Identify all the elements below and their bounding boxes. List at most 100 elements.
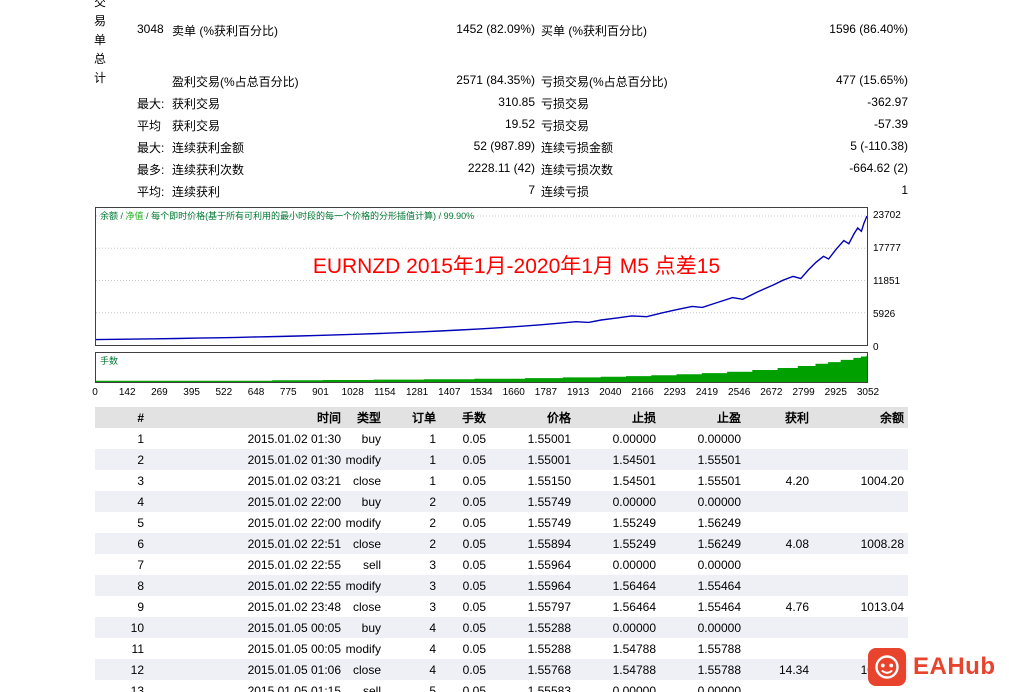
table-cell: close — [352, 662, 381, 677]
column-header: 止盈 — [660, 407, 745, 428]
table-row[interactable]: 12 2015.01.05 01:06 close 4 0.05 1.55768 1.547… — [95, 659, 908, 680]
legend-separator: / — [143, 211, 152, 221]
table-cell: 1.55464 — [697, 578, 741, 593]
stats-prefix: 最大: — [137, 97, 165, 111]
x-axis-tick: 2040 — [599, 387, 622, 398]
table-cell: 0.05 — [462, 494, 486, 509]
table-row[interactable]: 5 2015.01.02 22:00 modify 2 0.05 1.55749 1.552… — [95, 512, 908, 533]
table-cell: 1.55749 — [527, 494, 571, 509]
stats-left-value: 19.52 — [504, 117, 535, 131]
table-cell: close — [352, 536, 381, 551]
table-cell: 8 — [137, 578, 144, 593]
table-cell: buy — [361, 431, 381, 446]
table-row[interactable]: 1 2015.01.02 01:30 buy 1 0.05 1.55001 0.00000 0… — [95, 428, 908, 449]
table-row[interactable]: 3 2015.01.02 03:21 close 1 0.05 1.55150 1.5450… — [95, 470, 908, 491]
stats-left-label: 连续获利次数 — [172, 163, 245, 177]
stats-right-value: -57.39 — [873, 117, 908, 131]
table-cell: 2015.01.05 00:05 — [247, 641, 341, 656]
table-cell: 2015.01.02 22:00 — [247, 515, 341, 530]
table-cell: 2015.01.02 22:00 — [247, 494, 341, 509]
table-cell: 1.54788 — [612, 641, 656, 656]
balance-chart: 余额 / 净值 / 每个即时价格(基于所有可利用的最小时段的每一个价格的分形插值… — [95, 207, 868, 346]
x-axis-tick: 2546 — [728, 387, 751, 398]
x-axis-tick: 1787 — [534, 387, 558, 398]
stats-prefix: 最大: — [137, 141, 165, 155]
table-cell: buy — [361, 620, 381, 635]
stats-right-label: 亏损交易 — [541, 97, 590, 111]
x-axis-tick: 2799 — [792, 387, 815, 398]
table-cell: 0.00000 — [697, 557, 741, 572]
lots-label: 手数 — [100, 356, 119, 366]
table-row[interactable]: 2 2015.01.02 01:30 modify 1 0.05 1.55001 1.545… — [95, 449, 908, 470]
table-cell: 0.05 — [462, 641, 486, 656]
table-row[interactable]: 13 2015.01.05 01:15 sell 5 0.05 1.55583 0.0000… — [95, 680, 908, 692]
stats-left-label: 卖单 (%获利百分比) — [172, 24, 278, 38]
table-cell: 0.05 — [462, 599, 486, 614]
table-cell: 2015.01.02 23:48 — [247, 599, 341, 614]
x-axis-tick: 775 — [279, 387, 297, 398]
table-row[interactable]: 11 2015.01.05 00:05 modify 4 0.05 1.55288 1.54… — [95, 638, 908, 659]
table-cell: 0.05 — [462, 620, 486, 635]
table-cell: 9 — [137, 599, 144, 614]
table-cell: 2015.01.05 00:05 — [247, 620, 341, 635]
table-cell — [745, 680, 813, 692]
table-cell: 1 — [429, 473, 436, 488]
table-cell: 1.55001 — [527, 431, 571, 446]
table-row[interactable]: 7 2015.01.02 22:55 sell 3 0.05 1.55964 0.00000… — [95, 554, 908, 575]
stats-left-label: 连续获利 — [172, 185, 221, 199]
stats-left-label: 连续获利金额 — [172, 141, 245, 155]
table-cell: 2 — [429, 494, 436, 509]
x-axis-tick: 395 — [183, 387, 200, 398]
table-cell: 4 — [429, 662, 436, 677]
chart-legend: 余额 / 净值 / 每个即时价格(基于所有可利用的最小时段的每一个价格的分形插值… — [100, 209, 474, 222]
x-axis-tick: 2166 — [631, 387, 654, 398]
eahub-logo[interactable]: EAHub — [868, 648, 996, 686]
table-cell: 0.00000 — [697, 494, 741, 509]
table-cell: 0.05 — [462, 473, 486, 488]
table-cell: 6 — [137, 536, 144, 551]
table-row[interactable]: 9 2015.01.02 23:48 close 3 0.05 1.55797 1.5646… — [95, 596, 908, 617]
table-cell: 3 — [429, 599, 436, 614]
column-header: 价格 — [490, 407, 575, 428]
y-axis-tick: 5926 — [873, 309, 896, 320]
table-row[interactable]: 10 2015.01.05 00:05 buy 4 0.05 1.55288 0.00000… — [95, 617, 908, 638]
x-axis-tick: 1407 — [438, 387, 461, 398]
table-cell — [745, 512, 813, 533]
table-cell: 0.00000 — [697, 620, 741, 635]
stats-right-label: 连续亏损次数 — [541, 163, 614, 177]
stats-left-value: 310.85 — [498, 95, 535, 109]
table-cell: 3 — [137, 473, 144, 488]
table-cell — [745, 638, 813, 659]
table-cell: 2 — [429, 536, 436, 551]
table-row[interactable]: 6 2015.01.02 22:51 close 2 0.05 1.55894 1.5524… — [95, 533, 908, 554]
table-cell: sell — [362, 557, 381, 572]
table-cell: 1 — [429, 431, 436, 446]
table-cell — [813, 617, 908, 638]
table-cell: 2015.01.05 01:15 — [247, 683, 341, 692]
stats-row: 3048 卖单 (%获利百分比) 1452 (82.09%) 买单 (%获利百分比) 1… — [0, 22, 1009, 38]
x-axis-tick: 901 — [312, 387, 329, 398]
stats-prefix: 平均: — [137, 185, 165, 199]
table-row[interactable]: 8 2015.01.02 22:55 modify 3 0.05 1.55964 1.564… — [95, 575, 908, 596]
table-cell — [813, 449, 908, 470]
table-cell — [745, 449, 813, 470]
table-cell: 2 — [429, 515, 436, 530]
stats-left-value: 52 (987.89) — [473, 139, 535, 153]
table-cell: 1.55501 — [697, 473, 741, 488]
legend-balance-label: 余额 — [100, 211, 119, 221]
column-header: 时间 — [148, 407, 345, 428]
orders-table-header: # 时间 类型 订单 手数 价格 止损 止盈 获利 余额 — [95, 407, 908, 428]
table-cell — [813, 554, 908, 575]
table-cell: 2015.01.02 22:55 — [247, 578, 341, 593]
column-header: # — [95, 407, 148, 428]
stats-right-label: 亏损交易(%占总百分比) — [541, 75, 668, 89]
x-axis-tick: 522 — [215, 387, 233, 398]
table-row[interactable]: 4 2015.01.02 22:00 buy 2 0.05 1.55749 0.00000 0… — [95, 491, 908, 512]
y-axis-tick: 17777 — [873, 243, 901, 254]
table-cell: 5 — [429, 683, 436, 692]
table-cell: 1.54501 — [612, 473, 656, 488]
table-cell: 1.55797 — [527, 599, 571, 614]
table-cell: 1.55788 — [697, 641, 741, 656]
table-cell — [745, 554, 813, 575]
table-cell — [813, 491, 908, 512]
